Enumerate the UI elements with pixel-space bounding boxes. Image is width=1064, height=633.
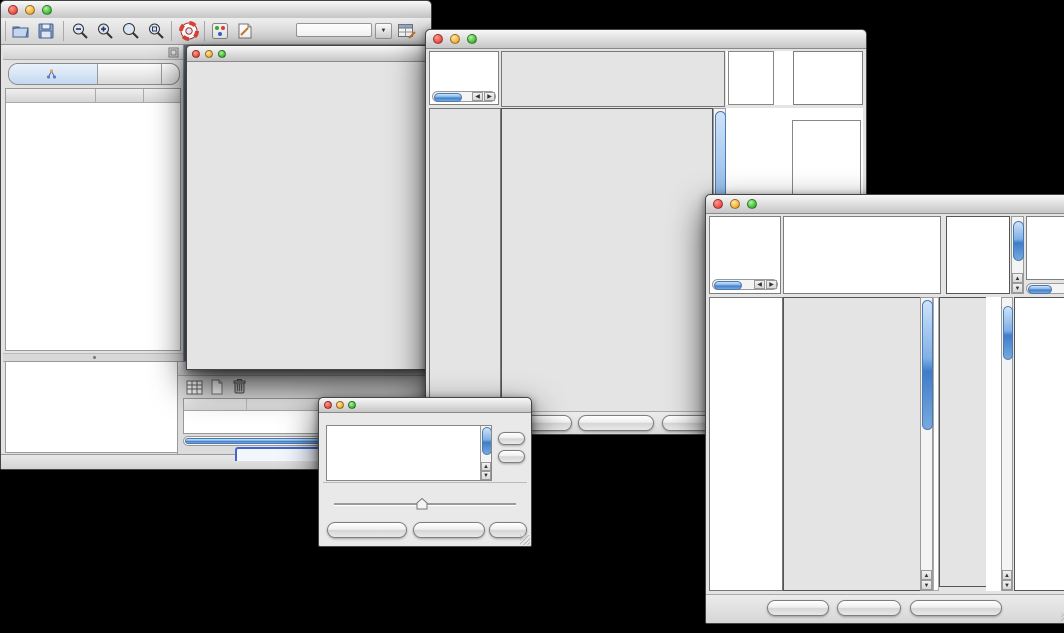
tv2-detail-vscrollbar[interactable]: ▲ ▼ — [1001, 297, 1013, 591]
open-folder-icon[interactable] — [11, 22, 30, 40]
zoom-fit-icon[interactable] — [147, 22, 165, 40]
tv1-view-status-panel: ◀ ▶ — [429, 51, 499, 105]
table-icon[interactable] — [186, 380, 203, 395]
search-combo-arrow[interactable]: ▼ — [375, 23, 392, 39]
network-view-canvas[interactable] — [187, 62, 427, 368]
attribute-browser-icon[interactable] — [397, 22, 417, 40]
tv2-view-status-scrollbar[interactable]: ◀ ▶ — [712, 279, 778, 290]
slider-thumb[interactable] — [416, 498, 428, 510]
view-status-text — [710, 221, 780, 223]
tv2-button-bar — [706, 594, 1064, 623]
minimize-button[interactable] — [450, 34, 460, 44]
create-vizmap-button[interactable] — [413, 522, 485, 538]
map-colors-dialog: ▲ ▼ — [318, 397, 532, 547]
network-table — [5, 88, 181, 351]
tv2-detail-heatmap[interactable] — [939, 297, 987, 587]
treeview1-titlebar[interactable] — [426, 30, 866, 49]
export-graphics-button[interactable] — [910, 600, 1002, 616]
tv1-similarity-matrix[interactable] — [728, 124, 785, 174]
main-toolbar: ▼ — [1, 18, 431, 45]
control-panel-tabs — [8, 63, 180, 85]
new-document-icon[interactable] — [210, 379, 224, 395]
zoom-button[interactable] — [42, 5, 52, 15]
animate-vizmap-button[interactable] — [327, 522, 407, 538]
export-graphics-button[interactable] — [578, 415, 654, 431]
network-overview-canvas[interactable] — [10, 365, 176, 457]
window-controls — [8, 5, 52, 15]
float-panel-icon[interactable] — [168, 47, 179, 58]
tab-network[interactable] — [9, 64, 98, 84]
vizmapper-icon[interactable] — [211, 22, 229, 40]
zoom-selected-icon[interactable] — [121, 22, 140, 40]
minimize-button[interactable] — [25, 5, 35, 15]
resize-grip[interactable] — [520, 535, 530, 545]
tv2-collabel-vscrollbar[interactable]: ▲ ▼ — [1011, 216, 1024, 294]
tv1-heatmap[interactable] — [501, 108, 713, 413]
close-button[interactable] — [324, 401, 332, 409]
network-table-header — [6, 89, 180, 103]
network-view-titlebar[interactable] — [187, 46, 429, 62]
treeview2-titlebar[interactable] — [706, 195, 1064, 214]
annotation-icon[interactable] — [236, 22, 254, 40]
tv2-row-dendrogram[interactable] — [709, 297, 783, 591]
attribute-list[interactable]: ▲ ▼ — [326, 425, 492, 481]
help-lifering-icon[interactable] — [179, 21, 199, 41]
tab-overflow-arrow[interactable] — [161, 64, 179, 84]
main-titlebar[interactable] — [1, 1, 431, 19]
settings-button[interactable] — [767, 600, 829, 616]
close-button[interactable] — [713, 199, 723, 209]
view-status-text — [430, 56, 498, 58]
birdseye-panel — [5, 361, 181, 453]
network-tab-icon — [47, 69, 56, 79]
usage-hints-text — [794, 56, 862, 58]
minimize-button[interactable] — [730, 199, 740, 209]
tv1-usage-hints-panel — [793, 51, 863, 105]
map-dialog-titlebar[interactable] — [319, 398, 531, 413]
view-status-scrollbar[interactable]: ◀ ▶ — [432, 91, 496, 102]
tv2-gene-labels — [1014, 297, 1064, 591]
close-button[interactable] — [433, 34, 443, 44]
save-data-button[interactable] — [837, 600, 901, 616]
desktop: { "palette": { "desktop": "#000000", "la… — [0, 0, 1064, 633]
tv2-view-status-panel: ◀ ▶ — [709, 216, 781, 294]
tab-vizmapper[interactable] — [98, 64, 161, 84]
attribute-list-group: ▲ ▼ — [323, 414, 527, 483]
network-view-window — [186, 45, 430, 370]
tv1-column-dendrogram[interactable] — [501, 51, 725, 107]
search-input[interactable] — [296, 23, 372, 37]
usage-hints-text — [1027, 221, 1064, 223]
zoom-button[interactable] — [218, 50, 226, 58]
zoom-in-icon[interactable] — [96, 22, 114, 40]
tv2-heatmap-vscrollbar[interactable]: ▲ ▼ — [920, 297, 933, 591]
close-button[interactable] — [8, 5, 18, 15]
animation-speed-group — [324, 484, 526, 518]
minimize-button[interactable] — [336, 401, 344, 409]
tv2-column-dendrogram[interactable] — [783, 216, 941, 294]
move-down-button[interactable] — [498, 450, 525, 463]
save-icon[interactable] — [37, 22, 55, 40]
close-button[interactable] — [192, 50, 200, 58]
tv1-row-dendrogram[interactable] — [429, 108, 501, 413]
trash-icon[interactable] — [232, 378, 247, 395]
zoom-out-icon[interactable] — [71, 22, 89, 40]
zoom-button[interactable] — [467, 34, 477, 44]
tv1-column-labels — [728, 51, 774, 105]
tv2-column-labels-panel — [946, 216, 1010, 294]
speed-slider[interactable] — [334, 498, 516, 510]
zoom-button[interactable] — [747, 199, 757, 209]
minimize-button[interactable] — [205, 50, 213, 58]
tv2-usage-scrollbar[interactable] — [1026, 283, 1064, 294]
tv2-gap2 — [986, 297, 1001, 591]
tv2-heatmap[interactable] — [783, 297, 921, 591]
tv2-usage-hints-panel — [1026, 216, 1064, 280]
treeview-window-combined: ◀ ▶ ▲ ▼ ▲ ▼ ▲ ▼ — [705, 194, 1064, 624]
move-up-button[interactable] — [498, 432, 525, 445]
control-panel — [3, 45, 184, 455]
zoom-button[interactable] — [348, 401, 356, 409]
